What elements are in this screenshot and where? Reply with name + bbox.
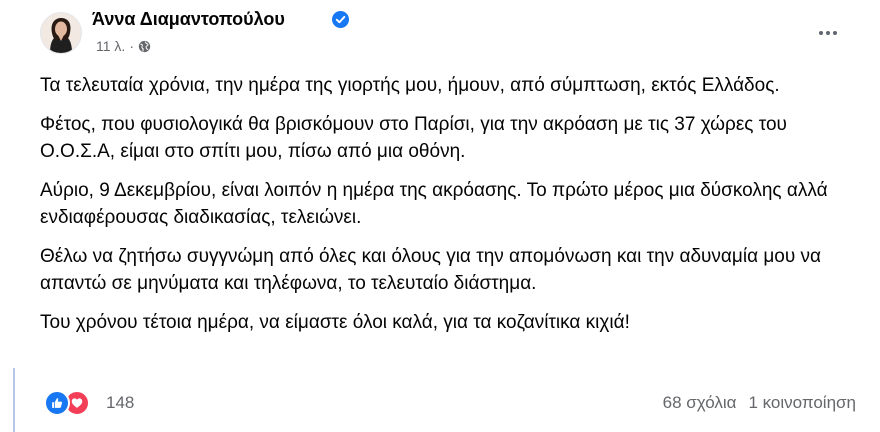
- shares-count-link[interactable]: 1 κοινοποίηση: [748, 393, 856, 413]
- reactions-summary[interactable]: 148: [44, 390, 134, 416]
- verified-badge-icon: [332, 11, 349, 28]
- post-timestamp[interactable]: 11 λ.: [96, 38, 125, 54]
- post-body: Τα τελευταία χρόνια, την ημέρα της γιορτ…: [40, 72, 860, 348]
- post-paragraph: Θέλω να ζητήσω συγγνώμη από όλες και όλο…: [40, 246, 821, 294]
- more-options-icon[interactable]: [814, 22, 842, 44]
- author-name[interactable]: Άννα Διαμαντοπούλου: [92, 9, 285, 30]
- post-paragraph: Αύριο, 9 Δεκεμβρίου, είναι λοιπόν η ημέρ…: [40, 180, 828, 228]
- facebook-post: Άννα Διαμαντοπούλου 11 λ. · Τα τελευταία…: [18, 0, 880, 432]
- like-icon: [44, 390, 70, 416]
- post-paragraph: Του χρόνου τέτοια ημέρα, να είμαστε όλοι…: [40, 312, 630, 333]
- post-paragraph: Φέτος, που φυσιολογικά θα βρισκόμουν στο…: [40, 114, 787, 162]
- globe-icon[interactable]: [138, 40, 151, 53]
- post-paragraph: Τα τελευταία χρόνια, την ημέρα της γιορτ…: [40, 75, 780, 96]
- post-meta: 11 λ. ·: [96, 38, 151, 54]
- comments-count-link[interactable]: 68 σχόλια: [663, 393, 737, 413]
- left-accent-bar: [13, 368, 15, 432]
- engagement-counts: 68 σχόλια 1 κοινοποίηση: [663, 393, 856, 413]
- avatar[interactable]: [40, 12, 82, 54]
- meta-separator: ·: [129, 38, 134, 54]
- reaction-count: 148: [106, 393, 135, 412]
